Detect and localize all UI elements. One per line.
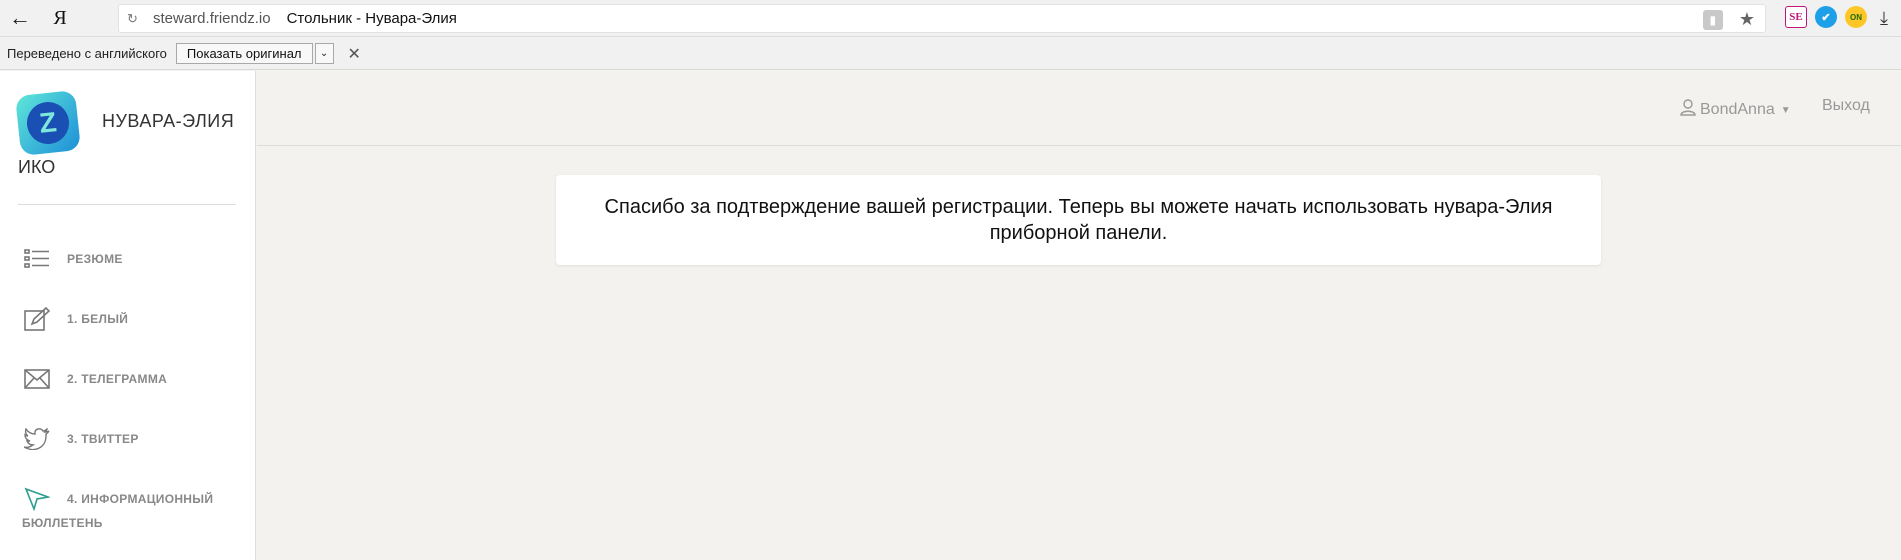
browser-toolbar: ← Я ↻ steward.friendz.io Стольник - Нува… [0, 0, 1901, 37]
sidebar-item-label: 2. ТЕЛЕГРАММА [67, 372, 168, 386]
list-icon [24, 246, 50, 272]
confirmation-message: Спасибо за подтверждение вашей регистрац… [605, 194, 1553, 246]
sidebar-item-label: 3. ТВИТТЕР [67, 432, 139, 446]
message-line-2: приборной панели. [989, 222, 1168, 244]
translate-bar: Переведено с английского Показать оригин… [0, 38, 1901, 70]
chevron-down-icon[interactable]: ⌄ [314, 43, 334, 64]
lock-icon[interactable]: ▮ [1702, 9, 1723, 30]
sidebar-item-label-continued: БЮЛЛЕТЕНЬ [22, 516, 103, 530]
sidebar-item-twitter[interactable]: 3. ТВИТТЕР [0, 419, 256, 459]
twitter-icon [24, 426, 50, 452]
confirmation-card: Спасибо за подтверждение вашей регистрац… [556, 175, 1601, 265]
url-domain: steward.friendz.io [153, 10, 271, 27]
extensions: SE ✔ ON [1785, 6, 1867, 28]
brand-name: НУВАРА-ЭЛИЯ [102, 111, 235, 131]
brand-name-suffix: ИКО [18, 157, 56, 177]
z-logo-icon: Z [24, 99, 72, 147]
username: BondAnna [1700, 101, 1775, 118]
caret-down-icon: ▼ [1780, 104, 1791, 116]
show-original-button[interactable]: Показать оригинал [175, 43, 313, 64]
sidebar: Z НУВАРА-ЭЛИЯ ИКО РЕЗЮМЕ 1. БЕЛЫЙ 2. ТЕЛ… [0, 71, 256, 560]
translate-status: Переведено с английского [7, 46, 167, 61]
address-bar[interactable]: ↻ steward.friendz.io Стольник - Нувара-Э… [118, 4, 1766, 33]
user-menu[interactable]: BondAnna ▼ [1680, 99, 1791, 121]
sidebar-item-white[interactable]: 1. БЕЛЫЙ [0, 299, 256, 339]
sidebar-item-label: 1. БЕЛЫЙ [67, 312, 129, 326]
yandex-logo[interactable]: Я [40, 0, 80, 37]
sidebar-item-newsletter[interactable]: 4. ИНФОРМАЦИОННЫЙ БЮЛЛЕТЕНЬ [0, 479, 256, 530]
logout-link[interactable]: Выход [1822, 97, 1870, 115]
sidebar-item-summary[interactable]: РЕЗЮМЕ [0, 239, 256, 279]
on-extension-icon[interactable]: ON [1845, 6, 1867, 28]
brand-logo[interactable]: Z [15, 90, 81, 156]
check-extension-icon[interactable]: ✔ [1815, 6, 1837, 28]
edit-icon [24, 306, 50, 332]
seo-extension-icon[interactable]: SE [1785, 6, 1807, 28]
reload-icon[interactable]: ↻ [127, 11, 149, 27]
sidebar-item-label: 4. ИНФОРМАЦИОННЫЙ [67, 492, 214, 506]
message-line-1: Спасибо за подтверждение вашей регистрац… [604, 196, 1553, 218]
send-icon [24, 486, 50, 512]
close-icon[interactable]: ✕ [348, 44, 361, 64]
sidebar-item-telegram[interactable]: 2. ТЕЛЕГРАММА [0, 359, 256, 399]
bookmark-star-icon[interactable]: ★ [1739, 9, 1755, 30]
page-title: Стольник - Нувара-Элия [286, 10, 457, 27]
sidebar-divider [18, 204, 236, 205]
sidebar-item-label: РЕЗЮМЕ [67, 252, 123, 266]
download-icon[interactable]: ⤓ [1880, 8, 1888, 29]
envelope-icon [24, 366, 50, 392]
main-header [257, 71, 1901, 146]
user-icon [1680, 99, 1696, 121]
back-arrow-icon[interactable]: ← [0, 0, 40, 37]
